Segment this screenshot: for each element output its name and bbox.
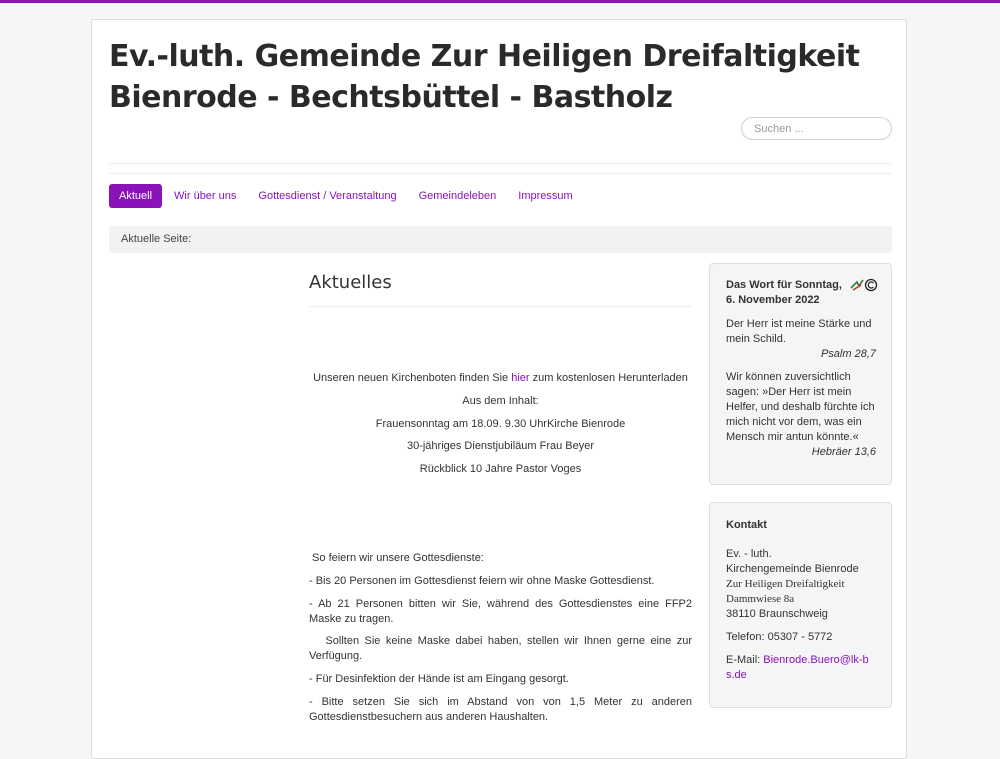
breadcrumb-label: Aktuelle Seite: [121, 233, 192, 245]
site-title-line2: Bienrode - Bechtsbüttel - Bastholz [109, 80, 673, 115]
contact-line: 38110 Braunschweig [726, 608, 828, 620]
contact-line: Ev. - luth. [726, 548, 772, 560]
breadcrumb: Aktuelle Seite: [109, 226, 892, 253]
article-title: Aktuelles [309, 272, 392, 293]
nav-item-aktuell[interactable]: Aktuell [109, 184, 163, 208]
site-title[interactable]: Ev.-luth. Gemeinde Zur Heiligen Dreifalt… [109, 36, 860, 118]
article: Aktuelles Unseren neuen Kirchenboten fin… [309, 272, 692, 723]
contact-line: Dammwiese 8a [726, 593, 795, 605]
losungen-logo-icon [850, 278, 878, 292]
nav-item-wir-ueber-uns[interactable]: Wir über uns [164, 184, 246, 208]
article-divider [309, 306, 692, 307]
content-item: 30-jähriges Dienstjubiläum Frau Beyer [406, 440, 595, 452]
nav-item-gottesdienst[interactable]: Gottesdienst / Veranstaltung [248, 184, 406, 208]
contact-panel: Kontakt Ev. - luth. Kirchengemeinde Bien… [709, 502, 892, 708]
search-input[interactable] [741, 117, 892, 140]
rules-heading: So feiern wir unsere Gottesdienste: [309, 552, 484, 564]
site-title-line1: Ev.-luth. Gemeinde Zur Heiligen Dreifalt… [109, 39, 860, 74]
contact-email: E-Mail: Bienrode.Buero@lk-bs.de [726, 653, 876, 683]
nav-item-impressum[interactable]: Impressum [508, 184, 582, 208]
word-for-sunday-panel: Das Wort für Sonntag, 6. November 2022 D… [709, 263, 892, 485]
verse-2: Wir können zuversichtlich sagen: »Der He… [726, 371, 875, 443]
header-divider [109, 173, 892, 174]
content-item: Rückblick 10 Jahre Pastor Voges [419, 463, 582, 475]
main-nav: Aktuell Wir über uns Gottesdienst / Vera… [109, 184, 585, 208]
kirchenbote-text: Unseren neuen Kirchenboten finden Sie [313, 372, 512, 384]
verse-1-reference: Psalm 28,7 [820, 348, 876, 360]
contact-phone: Telefon: 05307 - 5772 [726, 631, 833, 643]
page-container: Ev.-luth. Gemeinde Zur Heiligen Dreifalt… [91, 19, 907, 759]
content-heading: Aus dem Inhalt: [462, 395, 539, 407]
content-item: Frauensonntag am 18.09. 9.30 UhrKirche B… [375, 418, 626, 430]
kirchenbote-text-end: zum kostenlosen Herunterladen [529, 372, 688, 384]
kirchenbote-paragraph: Unseren neuen Kirchenboten finden Sie hi… [309, 371, 692, 386]
contact-line: Zur Heiligen Dreifaltigkeit [726, 578, 845, 590]
kirchenbote-download-link[interactable]: hier [511, 372, 529, 384]
header-divider [109, 163, 892, 164]
rule-item: - Ab 21 Personen bitten wir Sie, während… [309, 598, 692, 625]
contact-email-label: E-Mail: [726, 654, 764, 666]
nav-item-gemeindeleben[interactable]: Gemeindeleben [409, 184, 507, 208]
rule-item: Sollten Sie keine Maske dabei haben, ste… [309, 635, 696, 662]
contact-line: Kirchengemeinde Bienrode [726, 563, 859, 575]
verse-1: Der Herr ist meine Stärke und mein Schil… [726, 318, 872, 345]
verse-2-reference: Hebräer 13,6 [811, 446, 876, 458]
rule-item: - Bis 20 Personen im Gottesdienst feiern… [309, 575, 655, 587]
rule-item: - Bitte setzen Sie sich im Abstand von v… [309, 696, 692, 723]
word-title: Das Wort für Sonntag, 6. November 2022 [726, 279, 842, 306]
contact-address: Ev. - luth. Kirchengemeinde Bienrode Zur… [726, 547, 876, 622]
rule-item: - Für Desinfektion der Hände ist am Eing… [309, 673, 569, 685]
contact-title: Kontakt [726, 519, 767, 531]
